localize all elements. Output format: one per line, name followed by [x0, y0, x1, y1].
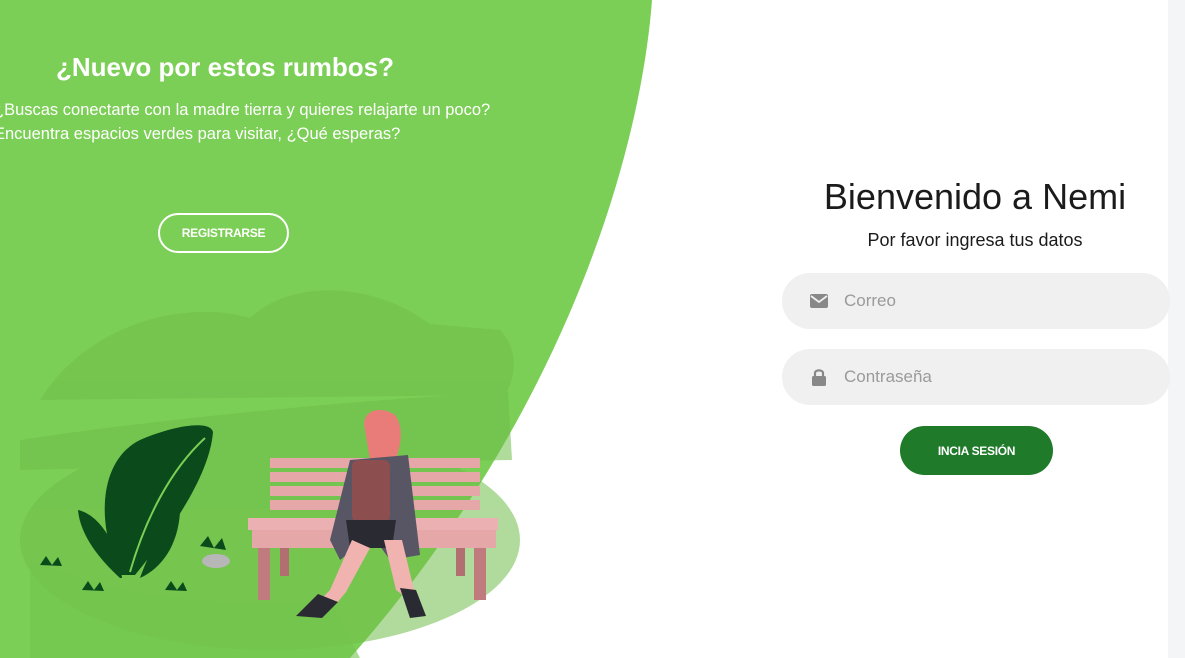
email-field[interactable]	[782, 273, 1170, 329]
signup-title: ¿Nuevo por estos rumbos?	[55, 52, 395, 82]
login-panel: Bienvenido a Nemi Por favor ingresa tus …	[760, 0, 1185, 658]
login-subtitle: Por favor ingresa tus datos	[867, 230, 1083, 250]
password-field[interactable]	[782, 349, 1170, 405]
register-button[interactable]: REGISTRARSE	[158, 213, 289, 253]
email-input[interactable]	[844, 273, 1144, 329]
lock-icon	[812, 369, 826, 386]
signup-description-line-1: ¿Buscas conectarte con la madre tierra y…	[0, 101, 491, 119]
login-title: Bienvenido a Nemi	[823, 176, 1127, 217]
login-button[interactable]: INCIA SESIÓN	[900, 426, 1053, 475]
signup-description: ¿Buscas conectarte con la madre tierra y…	[0, 98, 554, 146]
password-input[interactable]	[844, 349, 1144, 405]
signup-panel: ¿Nuevo por estos rumbos? ¿Buscas conecta…	[0, 0, 640, 658]
signup-description-line-2: Encuentra espacios verdes para visitar, …	[0, 125, 401, 143]
envelope-icon	[810, 294, 828, 308]
